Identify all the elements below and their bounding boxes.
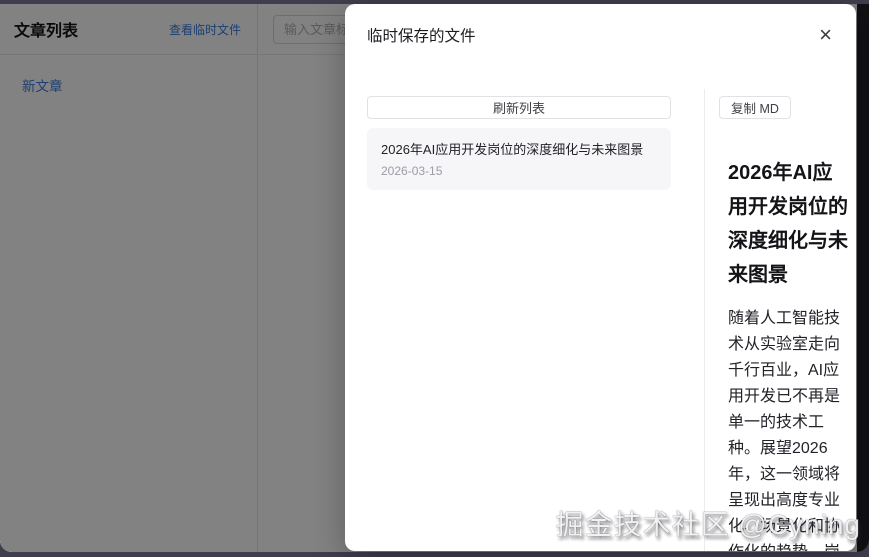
preview-column: 复制 MD 2026年AI应用开发岗位的深度细化与未来图景 随着人工智能技术从实… <box>719 96 848 551</box>
file-date: 2026-03-15 <box>381 164 443 178</box>
file-title: 2026年AI应用开发岗位的深度细化与未来图景 <box>381 142 644 157</box>
temp-file-list-column: 刷新列表 2026年AI应用开发岗位的深度细化与未来图景 2026-03-15 <box>367 96 671 190</box>
modal-header: 临时保存的文件 × <box>345 4 856 46</box>
modal-content: 刷新列表 2026年AI应用开发岗位的深度细化与未来图景 2026-03-15 … <box>367 89 848 551</box>
copy-md-button[interactable]: 复制 MD <box>719 96 791 119</box>
markdown-preview: 2026年AI应用开发岗位的深度细化与未来图景 随着人工智能技术从实验室走向千行… <box>719 156 849 551</box>
preview-body: 随着人工智能技术从实验室走向千行百业，AI应用开发已不再是单一的技术工种。展望2… <box>728 310 841 551</box>
list-item[interactable]: 2026年AI应用开发岗位的深度细化与未来图景 2026-03-15 <box>367 128 671 190</box>
temp-files-modal: 临时保存的文件 × 刷新列表 2026年AI应用开发岗位的深度细化与未来图景 2… <box>345 4 856 551</box>
column-divider <box>704 89 705 551</box>
preview-heading: 2026年AI应用开发岗位的深度细化与未来图景 <box>728 162 848 286</box>
refresh-list-button[interactable]: 刷新列表 <box>367 96 671 119</box>
close-icon[interactable]: × <box>817 24 834 46</box>
modal-title: 临时保存的文件 <box>367 28 476 45</box>
